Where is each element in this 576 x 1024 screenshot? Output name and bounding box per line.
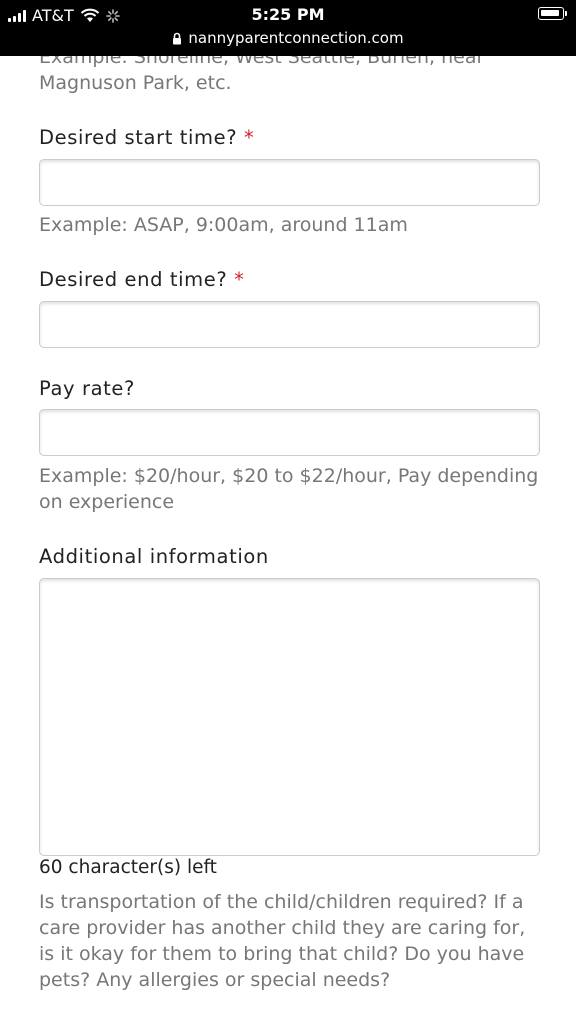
start-time-label-text: Desired start time? (39, 126, 238, 149)
start-time-input[interactable] (39, 159, 540, 206)
start-time-help-text: Example: ASAP, 9:00am, around 11am (39, 214, 408, 236)
required-marker: * (234, 268, 245, 291)
required-marker: * (244, 126, 255, 149)
clock: 5:25 PM (251, 5, 325, 24)
pay-rate-label: Pay rate? (39, 377, 135, 400)
battery-icon (538, 7, 567, 20)
additional-info-help-text: Is transportation of the child/children … (39, 891, 526, 991)
url-text: nannyparentconnection.com (188, 29, 404, 47)
character-counter: 60 character(s) left (39, 857, 217, 878)
pay-rate-input[interactable] (39, 409, 540, 456)
end-time-label-text: Desired end time? (39, 268, 228, 291)
additional-info-textarea[interactable] (39, 578, 540, 856)
status-bar: AT&T 5:25 PM nannyparentconnection.com (0, 0, 576, 56)
end-time-input[interactable] (39, 301, 540, 348)
additional-info-label: Additional information (39, 545, 269, 568)
pay-rate-help-text: Example: $20/hour, $20 to $22/hour, Pay … (39, 465, 539, 513)
lock-icon (173, 32, 182, 44)
end-time-label: Desired end time? * (39, 268, 244, 291)
address-bar[interactable]: nannyparentconnection.com (0, 29, 576, 47)
start-time-label: Desired start time? * (39, 126, 254, 149)
